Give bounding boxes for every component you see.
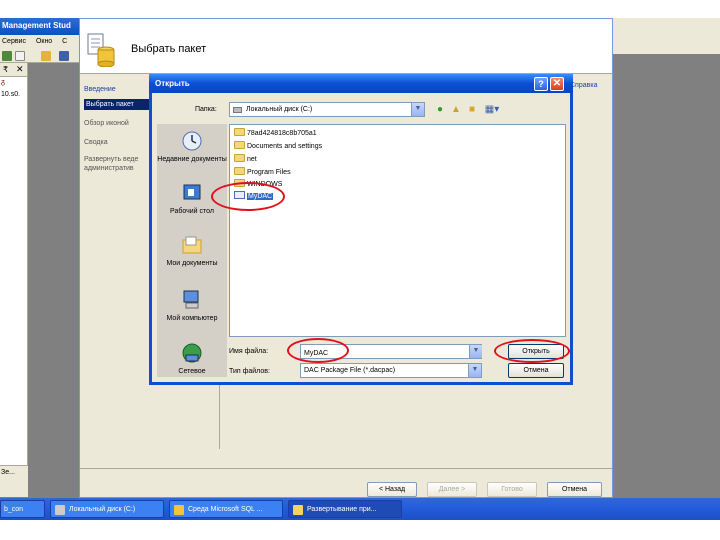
object-explorer-header: ₹ ✕ <box>0 63 27 77</box>
dialog-title: Открыть <box>155 79 190 88</box>
place-label: Недавние документы <box>157 156 227 163</box>
cancel-button[interactable]: Отмена <box>508 363 564 378</box>
folder-icon <box>234 141 245 149</box>
object-explorer-footer: Зе... <box>0 465 28 497</box>
place-my-computer[interactable]: Мой компьютер <box>157 289 227 323</box>
new-file-icon[interactable] <box>15 51 25 61</box>
taskbar-item[interactable]: Среда Microsoft SQL ... <box>169 500 283 518</box>
folder-icon <box>234 128 245 136</box>
look-in-value: Локальный диск (C:) <box>246 106 313 113</box>
place-label: Мой компьютер <box>166 315 218 322</box>
place-label: Сетевое <box>178 368 206 375</box>
open-file-dialog: Открыть ? ✕ Папка: Локальный диск (C:) ▼… <box>149 74 573 385</box>
desktop-icon <box>183 184 201 200</box>
list-item[interactable]: Program Files <box>234 167 291 177</box>
wizard-divider <box>80 468 612 469</box>
chevron-down-icon[interactable]: ▼ <box>469 345 482 358</box>
drive-icon <box>55 505 65 515</box>
place-label: Рабочий стол <box>170 208 214 215</box>
ms-toolbar <box>0 49 80 63</box>
close-icon[interactable]: ✕ <box>16 64 24 75</box>
taskbar-item[interactable]: b_con <box>0 500 45 518</box>
file-type-value: DAC Package File (*.dacpac) <box>304 367 396 374</box>
look-in-combo[interactable]: Локальный диск (C:) ▼ <box>229 102 425 117</box>
file-list[interactable]: 78ad424818c8b705a1 Documents and setting… <box>229 124 566 337</box>
object-explorer: ₹ ✕ ᵹ 10.s0. Зе... <box>0 63 28 497</box>
places-bar: Недавние документы Рабочий стол Мои доку… <box>157 124 227 377</box>
menu-service[interactable]: Сервис <box>2 38 26 45</box>
list-item[interactable]: net <box>234 154 257 164</box>
next-button[interactable]: Далее > <box>427 482 477 497</box>
folder-icon <box>234 167 245 175</box>
ms-window-controls: _ □ × <box>572 18 720 54</box>
cancel-button[interactable]: Отмена <box>547 482 602 497</box>
wizard-title: Выбрать пакет <box>131 43 207 55</box>
annotation-circle-file <box>211 182 285 211</box>
wizard-button-bar: < Назад Далее > Готово Отмена <box>80 472 612 497</box>
help-button[interactable]: ? <box>534 77 548 91</box>
pin-icon[interactable]: ₹ <box>3 65 8 74</box>
finish-button[interactable]: Готово <box>487 482 537 497</box>
wizard-header: Выбрать пакет <box>80 19 612 74</box>
new-folder-icon[interactable]: ■ <box>466 104 478 116</box>
annotation-circle-open <box>494 339 570 363</box>
dialog-titlebar: Открыть ? ✕ <box>149 74 573 93</box>
chevron-down-icon[interactable]: ▼ <box>411 103 424 116</box>
recent-documents-icon <box>182 131 202 151</box>
menu-window[interactable]: Окно <box>36 38 52 45</box>
my-computer-icon <box>183 290 199 309</box>
list-item[interactable]: 78ad424818c8b705a1 <box>234 128 317 138</box>
up-folder-icon[interactable]: ▲ <box>450 104 462 116</box>
chevron-down-icon[interactable]: ▼ <box>468 364 481 377</box>
ms-menubar: Сервис Окно С <box>0 35 80 49</box>
package-icon <box>87 33 115 67</box>
file-type-combo[interactable]: DAC Package File (*.dacpac) ▼ <box>300 363 482 378</box>
server-node-icon[interactable]: ᵹ <box>1 79 5 86</box>
file-type-label: Тип файлов: <box>229 368 270 375</box>
network-icon <box>182 343 202 363</box>
help-link[interactable]: Справка <box>570 82 597 89</box>
view-menu-icon[interactable]: ▦▾ <box>483 104 501 116</box>
drive-icon <box>233 107 242 113</box>
place-network[interactable]: Сетевое <box>157 342 227 376</box>
list-item[interactable]: Documents and settings <box>234 141 322 151</box>
footer-item[interactable]: Зе... <box>0 466 28 479</box>
new-query-icon[interactable] <box>2 51 12 61</box>
save-icon[interactable] <box>59 51 69 61</box>
file-name-label: Имя файла: <box>229 348 269 355</box>
annotation-circle-filename <box>287 338 349 363</box>
menu-help[interactable]: С <box>62 38 67 45</box>
package-icon <box>293 505 303 515</box>
ms-titlebar: Management Stud <box>0 18 80 35</box>
server-name[interactable]: 10.s0. <box>1 91 20 98</box>
place-label: Мои документы <box>166 260 218 267</box>
taskbar-item[interactable]: Локальный диск (C:) <box>50 500 164 518</box>
back-arrow-icon[interactable]: ● <box>434 104 446 116</box>
sql-studio-icon <box>174 505 184 515</box>
taskbar: b_con Локальный диск (C:) Среда Microsof… <box>0 498 720 520</box>
my-documents-icon <box>182 236 202 254</box>
back-button[interactable]: < Назад <box>367 482 417 497</box>
taskbar-item-active[interactable]: Развертывание при... <box>288 500 402 518</box>
open-folder-icon[interactable] <box>41 51 51 61</box>
folder-icon <box>234 154 245 162</box>
look-in-label: Папка: <box>195 106 217 113</box>
step-deploy: Развернуть веде административ <box>84 156 139 172</box>
close-button[interactable]: ✕ <box>550 77 564 91</box>
place-my-documents[interactable]: Мои документы <box>157 234 227 268</box>
place-recent[interactable]: Недавние документы <box>157 130 227 164</box>
